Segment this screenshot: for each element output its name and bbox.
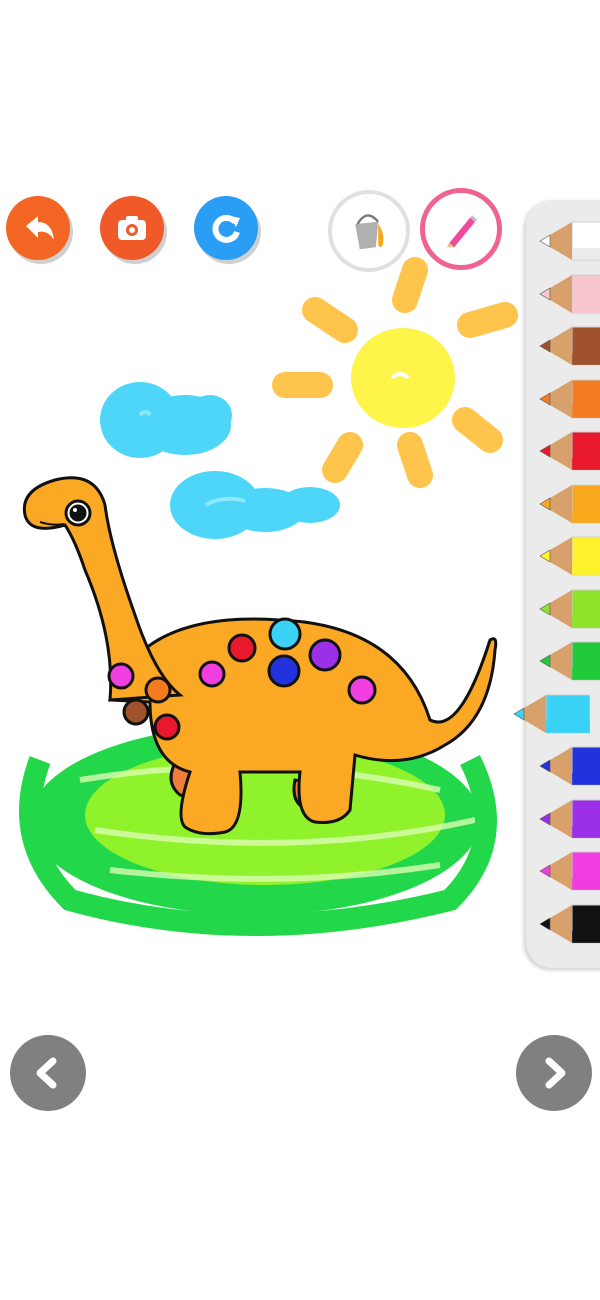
- color-pencil-7[interactable]: [536, 586, 600, 632]
- color-palette: [513, 200, 600, 968]
- cloud-bottom: [170, 471, 340, 539]
- color-pencil-6[interactable]: [536, 533, 600, 579]
- undo-arrow-icon: [26, 216, 54, 240]
- camera-icon: [118, 216, 146, 240]
- pencil-icon: [513, 694, 591, 733]
- color-pencil-13[interactable]: [536, 901, 600, 947]
- back-button[interactable]: [6, 196, 70, 260]
- color-pencil-9[interactable]: [510, 691, 591, 737]
- pencil-icon: [539, 484, 600, 523]
- color-pencil-2[interactable]: [536, 323, 600, 369]
- redo-arrow-icon: [212, 214, 240, 243]
- pencil-icon: [539, 221, 600, 261]
- chevron-left-icon: [36, 1057, 57, 1089]
- cloud-top: [100, 382, 232, 458]
- next-page-button[interactable]: [516, 1035, 592, 1111]
- pencil-icon: [539, 641, 600, 681]
- drawing-canvas[interactable]: [0, 0, 600, 1300]
- pencil-icon: [539, 379, 600, 418]
- paint-bucket-icon: [355, 214, 384, 250]
- pencil-icon: [539, 326, 600, 366]
- pencil-icon: [539, 274, 600, 313]
- color-pencil-0[interactable]: [536, 218, 600, 264]
- redo-button[interactable]: [194, 196, 258, 260]
- color-pencil-12[interactable]: [536, 848, 600, 894]
- color-pencil-5[interactable]: [536, 481, 600, 527]
- color-pencil-8[interactable]: [536, 638, 600, 684]
- pencil-icon: [539, 799, 600, 838]
- pencil-icon: [539, 431, 600, 471]
- pencil-icon: [539, 904, 600, 943]
- pencil-icon: [539, 746, 600, 786]
- color-pencil-10[interactable]: [536, 743, 600, 789]
- color-pencil-11[interactable]: [536, 796, 600, 842]
- pencil-icon: [539, 589, 600, 628]
- sun: [351, 328, 455, 428]
- chevron-right-icon: [545, 1057, 566, 1089]
- color-pencil-4[interactable]: [536, 428, 600, 474]
- screenshot-button[interactable]: [100, 196, 164, 260]
- pencil-icon: [539, 536, 600, 576]
- pencil-icon: [539, 851, 600, 891]
- previous-page-button[interactable]: [10, 1035, 86, 1111]
- color-pencil-1[interactable]: [536, 271, 600, 317]
- pencil-tool-button[interactable]: [420, 188, 502, 270]
- pencil-icon: [447, 215, 478, 248]
- color-pencil-3[interactable]: [536, 376, 600, 422]
- fill-bucket-button[interactable]: [328, 190, 410, 272]
